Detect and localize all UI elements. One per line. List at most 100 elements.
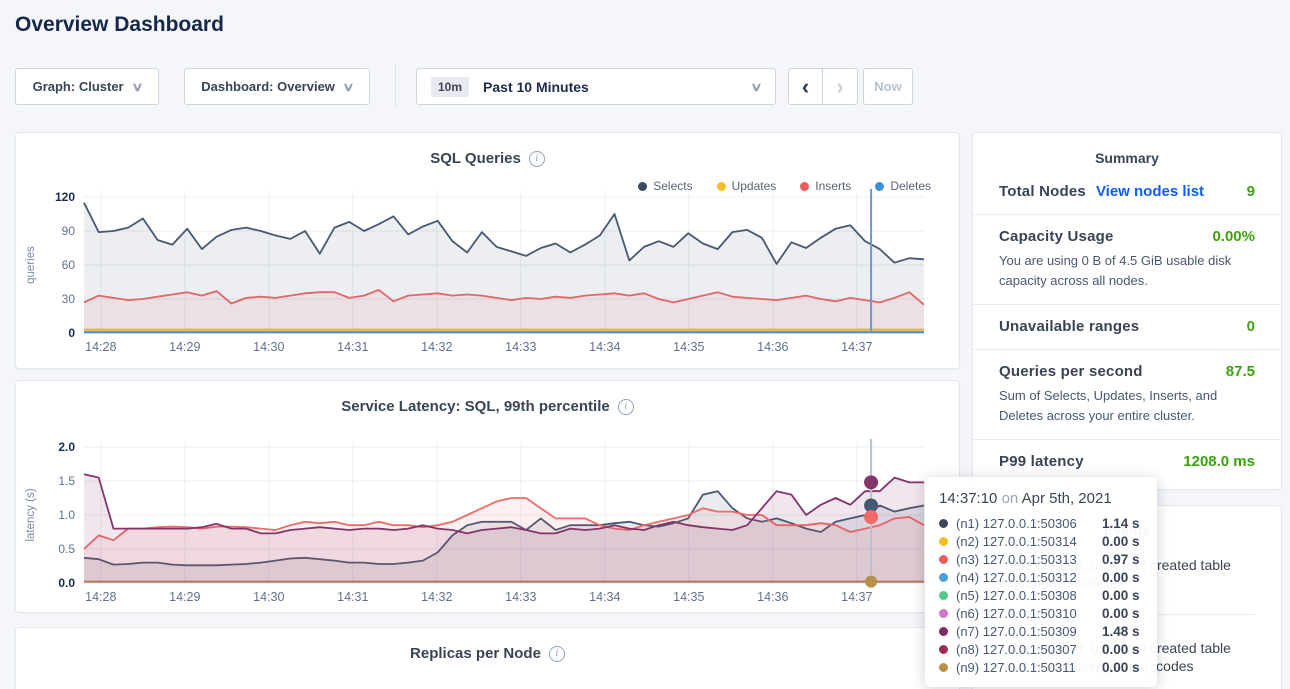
- dashboard-dropdown[interactable]: Dashboard: Overview ∨: [184, 68, 370, 105]
- chevron-down-icon: ∨: [342, 80, 354, 94]
- capacity-desc: You are using 0 B of 4.5 GiB usable disk…: [999, 251, 1255, 290]
- chart-title-sql-queries: SQL Queries: [430, 150, 521, 167]
- svg-text:2.0: 2.0: [58, 440, 75, 454]
- svg-text:1.5: 1.5: [58, 474, 75, 488]
- info-icon[interactable]: i: [549, 646, 565, 662]
- svg-text:14:37: 14:37: [841, 340, 872, 354]
- tooltip-timestamp: 14:37:10 on Apr 5th, 2021: [939, 490, 1143, 507]
- chevron-down-icon: ∨: [750, 80, 762, 94]
- y-axis-label: queries: [25, 246, 37, 284]
- node-color-dot: [939, 573, 948, 582]
- tooltip-rows: (n1) 127.0.0.1:503061.14 s(n2) 127.0.0.1…: [939, 514, 1143, 676]
- node-latency-value: 1.48 s: [1102, 624, 1140, 639]
- svg-text:14:33: 14:33: [505, 590, 536, 604]
- tooltip-node-row: (n7) 127.0.0.1:503091.48 s: [939, 622, 1143, 640]
- node-address: (n2) 127.0.0.1:50314: [956, 534, 1102, 549]
- total-nodes-label: Total Nodes: [999, 183, 1086, 200]
- svg-text:14:33: 14:33: [505, 340, 536, 354]
- node-color-dot: [939, 609, 948, 618]
- node-color-dot: [939, 519, 948, 528]
- tooltip-date: Apr 5th, 2021: [1022, 490, 1112, 507]
- p99-latency-label: P99 latency: [999, 453, 1084, 470]
- node-address: (n8) 127.0.0.1:50307: [956, 642, 1102, 657]
- svg-text:14:28: 14:28: [85, 340, 116, 354]
- service-latency-chart[interactable]: 0.00.51.01.52.014:2814:2914:3014:3114:32…: [18, 435, 933, 610]
- svg-text:14:31: 14:31: [337, 590, 368, 604]
- node-address: (n1) 127.0.0.1:50306: [956, 516, 1102, 531]
- now-button[interactable]: Now: [863, 68, 913, 105]
- node-address: (n7) 127.0.0.1:50309: [956, 624, 1102, 639]
- node-address: (n9) 127.0.0.1:50311: [956, 660, 1102, 675]
- tooltip-node-row: (n4) 127.0.0.1:503120.00 s: [939, 568, 1143, 586]
- svg-text:120: 120: [55, 190, 75, 204]
- time-range-dropdown[interactable]: 10m Past 10 Minutes ∨: [416, 68, 776, 105]
- node-color-dot: [939, 537, 948, 546]
- svg-text:14:31: 14:31: [337, 340, 368, 354]
- tooltip-on: on: [1002, 490, 1019, 507]
- view-nodes-list-link[interactable]: View nodes list: [1096, 183, 1204, 200]
- svg-text:14:34: 14:34: [589, 590, 620, 604]
- tooltip-node-row: (n8) 127.0.0.1:503070.00 s: [939, 640, 1143, 658]
- summary-panel: Summary Total Nodes View nodes list 9 Ca…: [972, 132, 1282, 490]
- now-button-label: Now: [874, 79, 901, 94]
- tooltip-node-row: (n3) 127.0.0.1:503130.97 s: [939, 550, 1143, 568]
- node-address: (n6) 127.0.0.1:50310: [956, 606, 1102, 621]
- svg-text:60: 60: [62, 258, 76, 272]
- qps-value: 87.5: [1226, 363, 1255, 380]
- tooltip-node-row: (n1) 127.0.0.1:503061.14 s: [939, 514, 1143, 532]
- svg-text:14:30: 14:30: [253, 590, 284, 604]
- unavailable-ranges-value: 0: [1247, 318, 1255, 335]
- service-latency-panel: Service Latency: SQL, 99th percentile i …: [15, 380, 960, 613]
- summary-title: Summary: [973, 133, 1281, 170]
- svg-text:14:34: 14:34: [589, 340, 620, 354]
- chart-title-service-latency: Service Latency: SQL, 99th percentile: [341, 398, 609, 415]
- time-prev-button[interactable]: ‹: [788, 68, 823, 105]
- replicas-per-node-panel: Replicas per Node i: [15, 627, 960, 689]
- node-latency-value: 0.00 s: [1102, 660, 1140, 675]
- svg-text:14:37: 14:37: [841, 590, 872, 604]
- node-color-dot: [939, 591, 948, 600]
- dashboard-dropdown-label: Dashboard: Overview: [201, 79, 335, 94]
- svg-text:14:29: 14:29: [169, 590, 200, 604]
- time-range-label: Past 10 Minutes: [483, 79, 743, 95]
- node-latency-value: 0.00 s: [1102, 642, 1140, 657]
- time-next-button[interactable]: ›: [823, 68, 858, 105]
- svg-text:14:32: 14:32: [421, 590, 452, 604]
- node-address: (n3) 127.0.0.1:50313: [956, 552, 1102, 567]
- node-latency-value: 0.00 s: [1102, 588, 1140, 603]
- tooltip-node-row: (n9) 127.0.0.1:503110.00 s: [939, 658, 1143, 676]
- node-latency-value: 0.97 s: [1102, 552, 1140, 567]
- info-icon[interactable]: i: [618, 399, 634, 415]
- svg-text:14:36: 14:36: [757, 340, 788, 354]
- total-nodes-value: 9: [1247, 183, 1255, 200]
- info-icon[interactable]: i: [529, 151, 545, 167]
- svg-text:14:36: 14:36: [757, 590, 788, 604]
- node-latency-value: 0.00 s: [1102, 606, 1140, 621]
- qps-label: Queries per second: [999, 363, 1143, 380]
- graph-dropdown[interactable]: Graph: Cluster ∨: [15, 68, 159, 105]
- svg-text:1.0: 1.0: [58, 508, 75, 522]
- node-color-dot: [939, 663, 948, 672]
- node-address: (n4) 127.0.0.1:50312: [956, 570, 1102, 585]
- page-title: Overview Dashboard: [15, 13, 224, 37]
- capacity-label: Capacity Usage: [999, 228, 1114, 245]
- node-latency-value: 1.14 s: [1102, 516, 1140, 531]
- p99-latency-value: 1208.0 ms: [1183, 453, 1255, 470]
- sql-queries-chart[interactable]: 030609012014:2814:2914:3014:3114:3214:33…: [18, 185, 933, 360]
- summary-row-unavailable: Unavailable ranges 0: [973, 305, 1281, 350]
- summary-row-total-nodes: Total Nodes View nodes list 9: [973, 170, 1281, 215]
- svg-text:0.5: 0.5: [58, 542, 75, 556]
- unavailable-ranges-label: Unavailable ranges: [999, 318, 1139, 335]
- time-nav-group: ‹ ›: [788, 68, 858, 105]
- svg-text:30: 30: [62, 292, 76, 306]
- chevron-down-icon: ∨: [131, 80, 143, 94]
- summary-row-capacity: Capacity Usage 0.00% You are using 0 B o…: [973, 215, 1281, 305]
- node-color-dot: [939, 555, 948, 564]
- svg-text:0.0: 0.0: [58, 576, 75, 590]
- time-range-badge: 10m: [431, 77, 469, 97]
- graph-dropdown-label: Graph: Cluster: [33, 79, 124, 94]
- tooltip-time: 14:37:10: [939, 490, 997, 507]
- node-latency-value: 0.00 s: [1102, 570, 1140, 585]
- svg-text:90: 90: [62, 224, 76, 238]
- node-latency-value: 0.00 s: [1102, 534, 1140, 549]
